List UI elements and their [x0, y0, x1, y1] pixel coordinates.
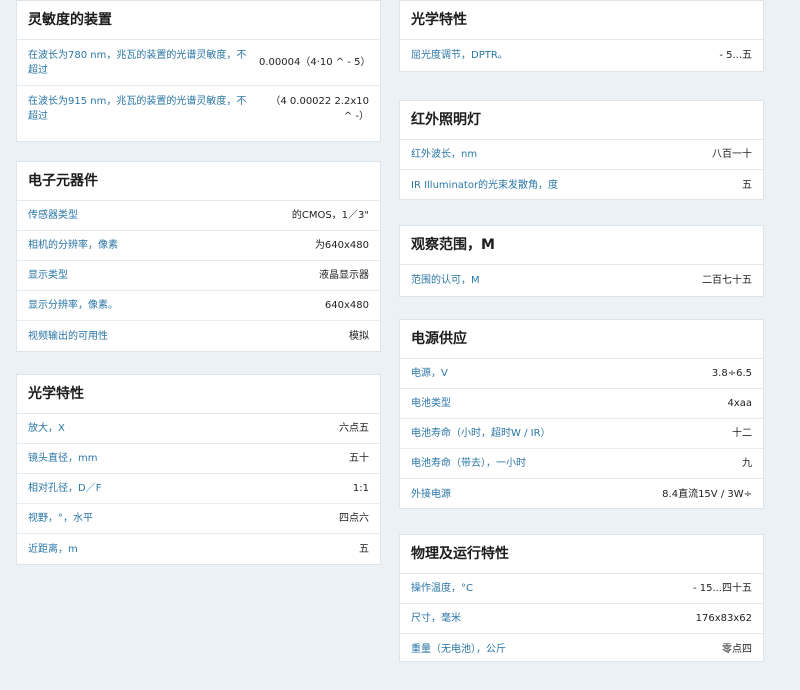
spec-value: 3.8÷6.5 [711, 368, 752, 379]
section-title: 电源供应 [400, 320, 763, 359]
spec-value: 640x480 [324, 300, 369, 311]
spec-value: 九 [742, 458, 752, 469]
spec-value: 五 [742, 179, 752, 191]
spec-label: IR Illuminator的光束发散角，度 [411, 179, 559, 191]
spec-value: 零点四 [722, 643, 752, 655]
spec-row: 操作温度，°C - 15...四十五 [400, 574, 763, 604]
spec-row: 重量（无电池），公斤 零点四 [400, 634, 763, 664]
optics-section: 光学特性 放大，X 六点五 镜头直径，mm 五十 相对孔径，D／F 1:1 视野… [16, 374, 381, 565]
spec-label: 操作温度，°C [411, 583, 473, 594]
spec-row: 相机的分辨率，像素 为640x480 [17, 231, 380, 261]
spec-row: 显示类型 液晶显示器 [17, 261, 380, 291]
spec-label: 近距离，m [28, 543, 78, 555]
spec-label: 显示分辨率，像素。 [28, 300, 118, 311]
spec-label: 红外波长，nm [411, 149, 478, 160]
spec-row: 视频输出的可用性 模拟 [17, 321, 380, 351]
spec-label: 电池寿命（带去），一小时 [411, 458, 526, 469]
spec-label: 传感器类型 [28, 210, 78, 221]
spec-value: 0.00004（4·10 ^ - 5） [259, 57, 371, 68]
spec-value: 二百七十五 [702, 274, 752, 286]
physical-section: 物理及运行特性 操作温度，°C - 15...四十五 尺寸，毫米 176x83x… [399, 534, 764, 662]
section-title: 电子元器件 [17, 162, 380, 201]
section-title: 物理及运行特性 [400, 535, 763, 574]
spec-value: - 5...五 [719, 49, 752, 61]
section-title: 观察范围，M [400, 226, 763, 265]
spec-label: 电源，V [411, 368, 448, 379]
spec-row: 近距离，m 五 [17, 534, 380, 564]
power-supply-section: 电源供应 电源，V 3.8÷6.5 电池类型 4xaa 电池寿命（小时，超时W … [399, 319, 764, 509]
spec-label: 放大，X [28, 423, 65, 434]
spec-label: 在波长为915 nm，兆瓦的装置的光谱灵敏度，不超过 [28, 96, 247, 122]
spec-value: 1:1 [352, 483, 369, 494]
spec-row: 电池类型 4xaa [400, 389, 763, 419]
spec-label: 电池寿命（小时，超时W / IR） [411, 428, 551, 439]
spec-label: 显示类型 [28, 270, 68, 281]
spec-value: 十二 [732, 428, 752, 439]
section-title: 光学特性 [400, 1, 763, 40]
spec-row: 电池寿命（小时，超时W / IR） 十二 [400, 419, 763, 449]
spec-row: 放大，X 六点五 [17, 414, 380, 444]
spec-row: 镜头直径，mm 五十 [17, 444, 380, 474]
spec-label: 外接电源 [411, 488, 451, 500]
spec-label: 电池类型 [411, 398, 451, 409]
spec-value: 8.4直流15V / 3W÷ [662, 488, 752, 500]
spec-row: 范围的认可，M 二百七十五 [400, 265, 763, 295]
spec-row: 传感器类型 的CMOS，1／3" [17, 201, 380, 231]
spec-value: 模拟 [349, 330, 369, 342]
spec-label: 范围的认可，M [411, 274, 480, 286]
spec-label: 视频输出的可用性 [28, 330, 108, 342]
section-title: 灵敏度的装置 [17, 1, 380, 40]
spec-label: 镜头直径，mm [28, 453, 98, 464]
spec-value: （4 0.00022 2.2x10 ^ -） [270, 96, 369, 122]
spec-value: 五十 [349, 453, 369, 464]
section-title: 红外照明灯 [400, 101, 763, 140]
spec-label: 重量（无电池），公斤 [411, 643, 506, 655]
spec-row: 屈光度调节，DPTR。 - 5...五 [400, 40, 763, 70]
spec-value: 四点六 [339, 513, 369, 524]
spec-value: 为640x480 [314, 240, 369, 251]
spec-row: IR Illuminator的光束发散角，度 五 [400, 170, 763, 200]
spec-value: 的CMOS，1／3" [291, 210, 369, 221]
spec-row: 红外波长，nm 八百一十 [400, 140, 763, 170]
spec-label: 相机的分辨率，像素 [28, 240, 118, 251]
spec-value: 六点五 [339, 423, 369, 434]
spec-value: 八百一十 [712, 149, 752, 160]
electronics-section: 电子元器件 传感器类型 的CMOS，1／3" 相机的分辨率，像素 为640x48… [16, 161, 381, 352]
spec-label: 尺寸，毫米 [411, 613, 461, 624]
observation-range-section: 观察范围，M 范围的认可，M 二百七十五 [399, 225, 764, 297]
spec-row: 电池寿命（带去），一小时 九 [400, 449, 763, 479]
spec-value: 五 [359, 543, 369, 555]
ir-illuminator-section: 红外照明灯 红外波长，nm 八百一十 IR Illuminator的光束发散角，… [399, 100, 764, 200]
spec-label: 屈光度调节，DPTR。 [411, 49, 508, 61]
sensitivity-section: 灵敏度的装置 在波长为780 nm，兆瓦的装置的光谱灵敏度，不超过 0.0000… [16, 0, 381, 142]
spec-row: 外接电源 8.4直流15V / 3W÷ [400, 479, 763, 509]
spec-label: 相对孔径，D／F [28, 483, 102, 494]
optics-section-2: 光学特性 屈光度调节，DPTR。 - 5...五 [399, 0, 764, 72]
spec-value: 176x83x62 [695, 613, 752, 624]
spec-value: - 15...四十五 [692, 583, 752, 594]
spec-value: 4xaa [727, 398, 752, 409]
spec-row: 电源，V 3.8÷6.5 [400, 359, 763, 389]
spec-label: 在波长为780 nm，兆瓦的装置的光谱灵敏度，不超过 [28, 49, 247, 76]
spec-value: 液晶显示器 [319, 270, 369, 281]
spec-row: 视野，°，水平 四点六 [17, 504, 380, 534]
spec-row: 显示分辨率，像素。 640x480 [17, 291, 380, 321]
spec-row: 在波长为780 nm，兆瓦的装置的光谱灵敏度，不超过 0.00004（4·10 … [17, 40, 380, 86]
spec-row: 尺寸，毫米 176x83x62 [400, 604, 763, 634]
section-title: 光学特性 [17, 375, 380, 414]
spec-row: 相对孔径，D／F 1:1 [17, 474, 380, 504]
spec-row: 在波长为915 nm，兆瓦的装置的光谱灵敏度，不超过 （4 0.00022 2.… [17, 86, 380, 132]
spec-label: 视野，°，水平 [28, 513, 93, 524]
